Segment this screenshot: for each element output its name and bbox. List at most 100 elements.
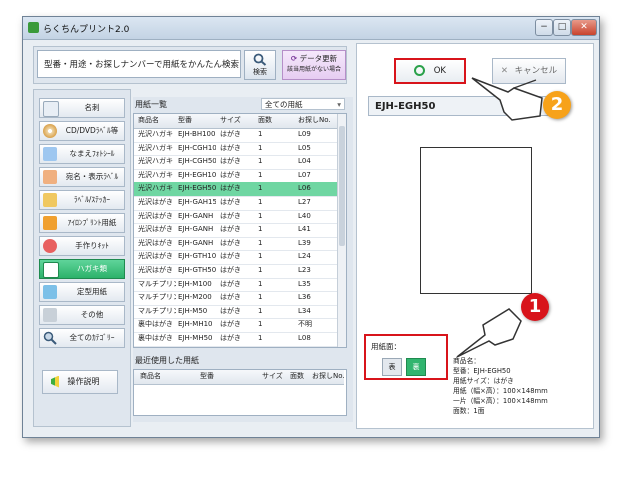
minimize-button[interactable]: − (535, 19, 553, 36)
sidebar-item-other[interactable]: その他 (39, 305, 125, 325)
face-back-button[interactable]: 裏 (406, 358, 426, 376)
table-row[interactable]: 光沢ハガキ EJH-CGH50 はがき 1 L04 (134, 155, 337, 170)
sidebar-item-business-card[interactable]: 名刺 (39, 98, 125, 118)
paper-filter-value: 全ての用紙 (265, 100, 303, 109)
sidebar-item-name-label[interactable]: なまえﾌｫﾄｼｰﾙ (39, 144, 125, 164)
table-row[interactable]: 裏中はがきEJH-MH50 はがき 1 L22 (134, 346, 337, 347)
search-button[interactable]: 検索 (244, 50, 276, 80)
close-button[interactable]: ✕ (571, 19, 597, 36)
table-cell: 1 (258, 157, 263, 166)
refresh-icon: ⟳ (290, 54, 298, 63)
table-cell: 1 (258, 211, 263, 220)
table-cell: 1 (258, 198, 263, 206)
recent-papers-title: 最近使用した用紙 (135, 356, 199, 365)
recent-table-header: 商品名 型番 サイズ 面数 お探しNo. (134, 370, 345, 385)
paper-filter-select[interactable]: 全ての用紙 ▾ (261, 98, 345, 110)
sidebar-item-standard-paper[interactable]: 定型用紙 (39, 282, 125, 302)
column-header[interactable]: 商品名 (140, 370, 161, 383)
table-cell: EJH-EGH50 (178, 184, 216, 193)
data-update-button[interactable]: ⟳ データ更新 該当用紙がない場合 (282, 50, 346, 80)
pointing-hand-icon (471, 77, 543, 121)
table-cell: 不明 (298, 320, 312, 329)
pointing-hand-icon (456, 308, 522, 358)
table-cell: 1 (258, 293, 263, 302)
table-cell: 1 (258, 266, 263, 274)
table-cell: はがき (220, 279, 241, 288)
table-cell: はがき (220, 252, 241, 261)
table-cell: はがき (220, 293, 241, 302)
sidebar-item-cd-dvd-label[interactable]: CD/DVDﾗﾍﾞﾙ等 (39, 121, 125, 141)
table-row[interactable]: マルチプリン EJH-M100 はがき 1 L35 (134, 278, 337, 293)
column-header[interactable]: サイズ (220, 114, 254, 127)
table-cell: 1 (258, 279, 263, 288)
table-row[interactable]: 光沢はがき EJH-GAH15 はがき 1 L27 (134, 196, 337, 211)
table-row[interactable]: 光沢はがき EJH-GANH はがき 1 L39 (134, 237, 337, 252)
table-row[interactable]: マルチプリン EJH-M200 はがき 1 L36 (134, 291, 337, 306)
table-row[interactable]: 光沢はがき EJH-GTH50 はがき 1 L23 (134, 264, 337, 279)
sidebar-item-all-categories[interactable]: 全てのｶﾃｺﾞﾘｰ (39, 328, 125, 348)
app-icon (28, 22, 39, 33)
chevron-down-icon: ▾ (337, 100, 341, 109)
column-header[interactable]: お探しNo. (298, 114, 338, 127)
column-header[interactable]: 型番 (200, 370, 214, 383)
table-cell: はがき (220, 320, 241, 329)
table-cell: L07 (298, 170, 311, 179)
table-cell: EJH-M50 (178, 306, 208, 315)
column-header[interactable]: 面数 (258, 114, 288, 127)
column-header[interactable]: 型番 (178, 114, 216, 127)
table-cell: L35 (298, 279, 311, 288)
table-cell: はがき (220, 306, 241, 315)
sidebar-item-address-label[interactable]: 宛名・表示ﾗﾍﾞﾙ (39, 167, 125, 187)
maximize-button[interactable]: □ (553, 19, 571, 36)
table-cell: はがき (220, 170, 241, 179)
search-button-label: 検索 (253, 68, 267, 76)
table-row[interactable]: 光沢はがき EJH-GTH10 はがき 1 L24 (134, 250, 337, 265)
paper-preview (420, 147, 532, 294)
table-row[interactable]: 光沢ハガキ EJH-EGH10 はがき 1 L07 (134, 169, 337, 184)
table-cell: はがき (220, 334, 241, 342)
table-cell: はがき (220, 198, 241, 206)
table-scrollbar[interactable] (337, 114, 346, 347)
table-cell: 光沢ハガキ (138, 143, 173, 152)
table-cell: 光沢ハガキ (138, 170, 173, 179)
table-cell: 光沢はがき (138, 225, 173, 234)
table-row[interactable]: 光沢はがき EJH-GANH はがき 1 L41 (134, 223, 337, 238)
help-button[interactable]: 操作説明 (42, 370, 118, 394)
table-row[interactable]: 光沢ハガキ EJH-BH100 はがき 1 L09 (134, 128, 337, 143)
column-header[interactable]: お探しNo. (312, 370, 345, 383)
table-cell: EJH-GANH (178, 238, 214, 247)
table-cell: 裏中はがき (138, 346, 176, 347)
column-header[interactable]: 面数 (290, 370, 304, 383)
scrollbar-thumb[interactable] (339, 126, 345, 246)
table-cell: 光沢はがき (138, 238, 173, 247)
face-front-button[interactable]: 表 (382, 358, 402, 376)
table-row[interactable]: 裏中はがき EJH-MH10 はがき 1 不明 (134, 318, 337, 333)
table-row[interactable]: 光沢ハガキ EJH-CGH10 はがき 1 L05 (134, 142, 337, 157)
column-header[interactable]: サイズ (262, 370, 283, 383)
column-header[interactable]: 商品名 (138, 114, 176, 127)
table-row[interactable]: 光沢ハガキ EJH-EGH50 はがき 1 L06 (134, 182, 337, 197)
beginner-mark-icon (51, 375, 59, 388)
paper-list-title: 用紙一覧 (135, 100, 167, 109)
search-bar: 型番・用途・お探しナンバーで用紙をかんたん検索 検索 ⟳ データ更新 該当用紙が… (33, 46, 347, 84)
table-cell: はがき (220, 143, 241, 152)
table-row[interactable]: 光沢はがき EJH-GANH はがき 1 L40 (134, 210, 337, 225)
table-cell: はがき (220, 130, 241, 138)
sidebar-item-craft-kit[interactable]: 手作りｷｯﾄ (39, 236, 125, 256)
info-paper-dims: 用紙（幅×高）：100×148mm (453, 387, 548, 395)
ok-button[interactable]: OK (394, 58, 466, 84)
table-cell: はがき (220, 266, 241, 274)
sidebar-item-sticker[interactable]: ﾗﾍﾞﾙ/ｽﾃｯｶｰ (39, 190, 125, 210)
table-row[interactable]: マルチプリン EJH-M50 はがき 1 L34 (134, 305, 337, 320)
table-row[interactable]: 裏中はがき EJH-MH50 はがき 1 L08 (134, 332, 337, 347)
cd-icon (43, 124, 57, 138)
table-cell: EJH-M100 (178, 279, 212, 288)
sidebar-item-postcard[interactable]: ハガキ類 (39, 259, 125, 279)
table-cell: マルチプリン (138, 293, 176, 302)
table-cell: はがき (220, 346, 254, 347)
table-cell: 1 (258, 143, 263, 152)
table-cell: L41 (298, 225, 311, 234)
table-cell: 光沢ハガキ (138, 184, 173, 193)
sidebar-item-iron-print[interactable]: ｱｲﾛﾝﾌﾟﾘﾝﾄ用紙 (39, 213, 125, 233)
search-input[interactable]: 型番・用途・お探しナンバーで用紙をかんたん検索 (37, 50, 241, 78)
